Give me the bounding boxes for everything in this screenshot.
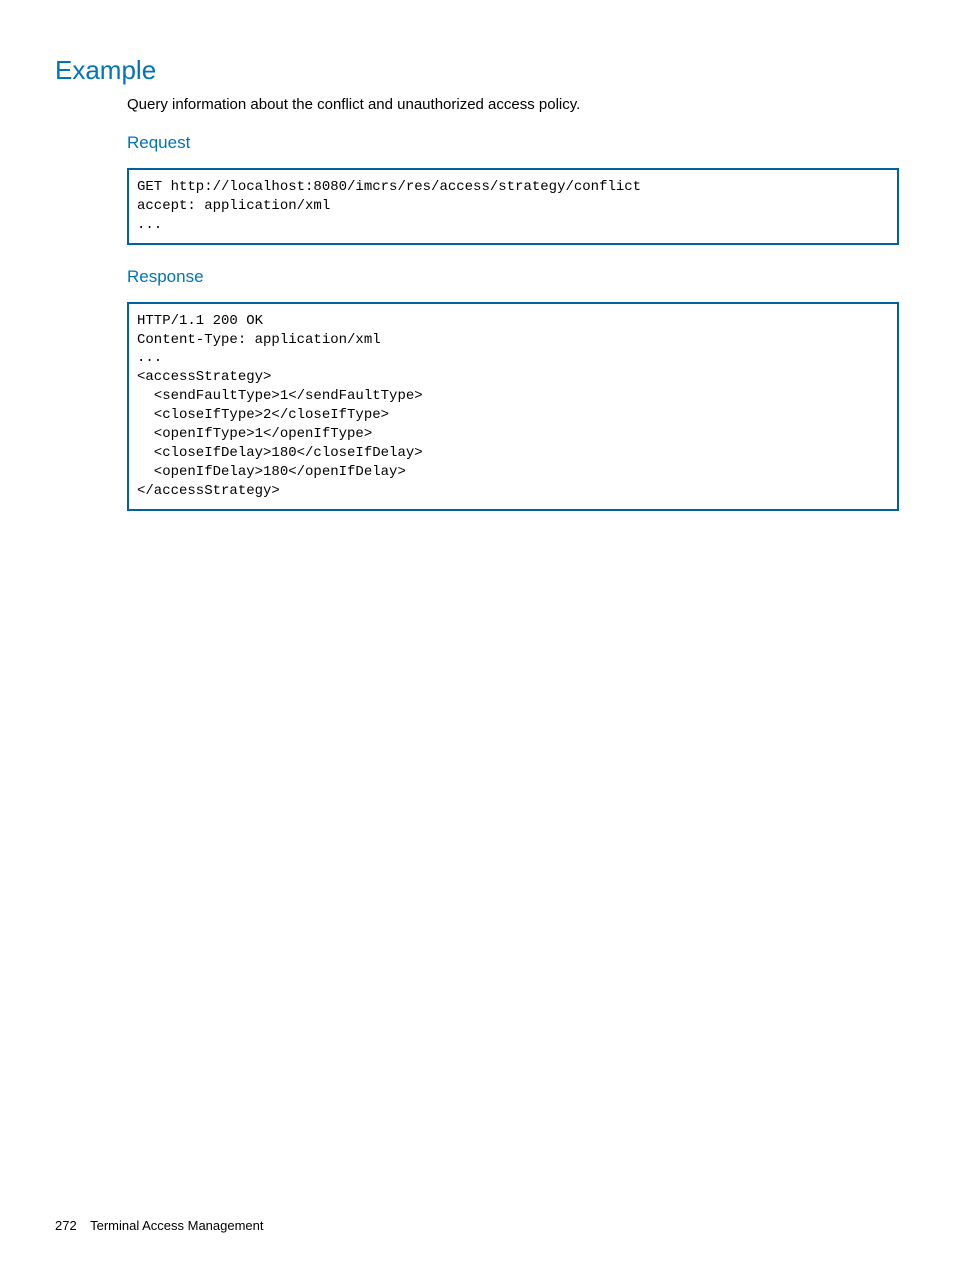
- footer-section-title: Terminal Access Management: [90, 1218, 263, 1233]
- request-code-block: GET http://localhost:8080/imcrs/res/acce…: [127, 168, 899, 245]
- page-footer: 272 Terminal Access Management: [55, 1218, 264, 1233]
- page-number: 272: [55, 1218, 77, 1233]
- section-heading: Example: [55, 55, 899, 86]
- response-heading: Response: [127, 267, 899, 287]
- intro-text: Query information about the conflict and…: [127, 96, 899, 113]
- response-code-block: HTTP/1.1 200 OK Content-Type: applicatio…: [127, 302, 899, 511]
- request-heading: Request: [127, 133, 899, 153]
